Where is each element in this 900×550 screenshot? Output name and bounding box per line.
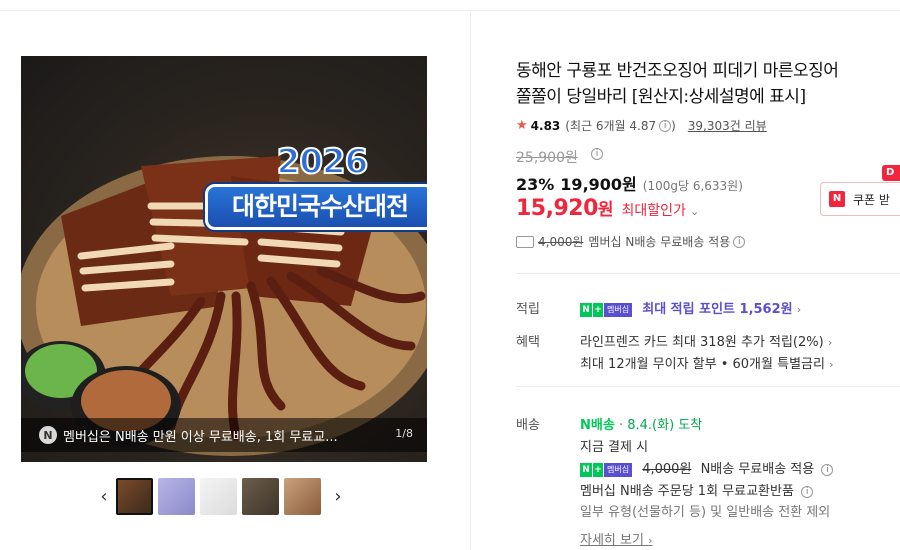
shipping-row: 4,000원 멤버십 N배송 무료배송 적용 i (516, 233, 746, 250)
thumbnail-5[interactable] (284, 477, 321, 515)
coupon-tag: D (882, 165, 900, 181)
shipping-fee: 4,000원 (538, 235, 584, 249)
chevron-right-icon[interactable]: › (828, 336, 832, 349)
more-details-link[interactable]: 자세히 보기 › (580, 529, 652, 548)
shipping-text: 멤버십 N배송 무료배송 적용 (588, 235, 731, 249)
n-plus-badge: N + 멤버십 (580, 462, 633, 477)
exchange-row: 멤버십 N배송 주문당 1회 무료교환반품 i (580, 480, 814, 499)
info-icon[interactable]: i (821, 463, 834, 476)
section-divider (516, 386, 900, 387)
image-counter: 1/8 (395, 427, 413, 440)
review-link[interactable]: 39,303건 리뷰 (688, 117, 767, 134)
rating-value: 4.83 (530, 118, 561, 133)
thumbnail-3[interactable] (200, 477, 237, 515)
thumbnail-1[interactable] (116, 477, 153, 515)
delivery-dot: · (618, 418, 624, 433)
points-text: 최대 적립 포인트 1,562원 (642, 302, 793, 317)
chevron-right-icon[interactable]: › (326, 476, 350, 516)
exchange-text: 멤버십 N배송 주문당 1회 무료교환반품 (580, 484, 794, 499)
discount-rate: 23% (516, 175, 555, 194)
banner-title: 대한민국수산대전 (205, 184, 427, 230)
thumbnail-2[interactable] (158, 477, 195, 515)
top-divider (0, 10, 900, 11)
chevron-right-icon[interactable]: › (797, 303, 801, 316)
section-divider (516, 273, 900, 274)
product-page: 2026 대한민국수산대전 N 멤버십은 N배송 만원 이상 무료배송, 1회 … (0, 0, 900, 550)
naver-n-icon: N (39, 426, 57, 444)
info-icon[interactable]: i (591, 148, 603, 160)
unit-price: (100g당 6,633원) (642, 179, 743, 193)
coupon-button[interactable]: N 쿠폰 받 (820, 182, 900, 216)
promo-bar[interactable]: N 멤버십은 N배송 만원 이상 무료배송, 1회 무료교... 1/8 (21, 418, 427, 452)
max-discount-currency: 원 (597, 200, 614, 220)
chevron-left-icon[interactable]: ‹ (92, 476, 116, 516)
info-icon[interactable]: i (659, 119, 672, 132)
rating-recent: (최근 6개월 4.87 (565, 119, 657, 133)
exclusion-text: 일부 유형(선물하기 등) 및 일반배송 전환 제외 (580, 505, 831, 520)
chevron-right-icon[interactable]: › (829, 358, 833, 371)
star-icon: ★ (516, 118, 528, 133)
product-title-line1: 동해안 구룡포 반건조오징어 피데기 마른오징어 (516, 61, 839, 81)
coupon-button-label: 쿠폰 받 (853, 192, 890, 207)
banner-year: 2026 (276, 141, 370, 183)
n-delivery-brand: N배송 (580, 418, 615, 433)
promo-text: 멤버십은 N배송 만원 이상 무료배송, 1회 무료교... (63, 429, 338, 445)
info-icon[interactable]: i (733, 235, 746, 248)
delivery-label: 배송 (516, 418, 540, 433)
column-divider (470, 10, 471, 550)
product-title-line2: 쫄쫄이 당일바리 [원산지:상세설명에 표시] (516, 87, 806, 107)
delivery-fee: 4,000원 (642, 462, 692, 477)
original-price: 25,900원 (516, 150, 578, 166)
thumbnail-strip: ‹ › (92, 476, 350, 516)
more-details-label: 자세히 보기 (580, 533, 644, 548)
sale-price: 19,900원 (560, 175, 637, 194)
truck-icon (516, 235, 534, 248)
benefit-installment-text: 최대 12개월 무이자 할부 • 60개월 특별금리 (580, 357, 825, 372)
chevron-down-icon[interactable]: ⌄ (690, 205, 699, 218)
delivery-date-row: N배송 · 8.4.(화) 도착 (580, 414, 702, 433)
delivery-fee-text: N배송 무료배송 적용 (700, 462, 815, 477)
chevron-right-icon: › (648, 534, 653, 547)
squid-illustration (21, 156, 427, 456)
benefit-installment[interactable]: 최대 12개월 무이자 할부 • 60개월 특별금리 › (580, 353, 834, 372)
delivery-fee-row: N + 멤버십 4,000원 N배송 무료배송 적용 i (580, 458, 834, 477)
rating-recent-close: ) (671, 118, 676, 133)
max-discount-row[interactable]: 15,920 원 최대할인가 ⌄ (516, 195, 699, 221)
info-icon[interactable]: i (801, 485, 814, 498)
benefits-label: 혜택 (516, 335, 540, 350)
pay-now: 지금 결제 시 (580, 440, 649, 455)
benefit-card-text: 라인프렌즈 카드 최대 318원 추가 적립(2%) (580, 335, 824, 350)
delivery-date: 8.4.(화) 도착 (627, 418, 703, 433)
max-discount-label: 최대할인가 (621, 203, 686, 219)
points-row[interactable]: N + 멤버십 최대 적립 포인트 1,562원 › (580, 298, 801, 317)
points-label: 적립 (516, 302, 540, 317)
coupon-icon: N (829, 191, 845, 207)
main-product-image[interactable]: 2026 대한민국수산대전 (21, 56, 427, 462)
product-title: 동해안 구룡포 반건조오징어 피데기 마른오징어 쫄쫄이 당일바리 [원산지:상… (516, 58, 900, 110)
rating-row: ★ 4.83 (최근 6개월 4.87 i ) 39,303건 리뷰 (516, 117, 767, 134)
sale-price-row: 23% 19,900원 (100g당 6,633원) (516, 171, 743, 195)
n-plus-badge: N + 멤버십 (580, 302, 633, 317)
max-discount-price: 15,920 (516, 196, 598, 221)
thumbnail-4[interactable] (242, 477, 279, 515)
benefit-card[interactable]: 라인프렌즈 카드 최대 318원 추가 적립(2%) › (580, 331, 832, 350)
